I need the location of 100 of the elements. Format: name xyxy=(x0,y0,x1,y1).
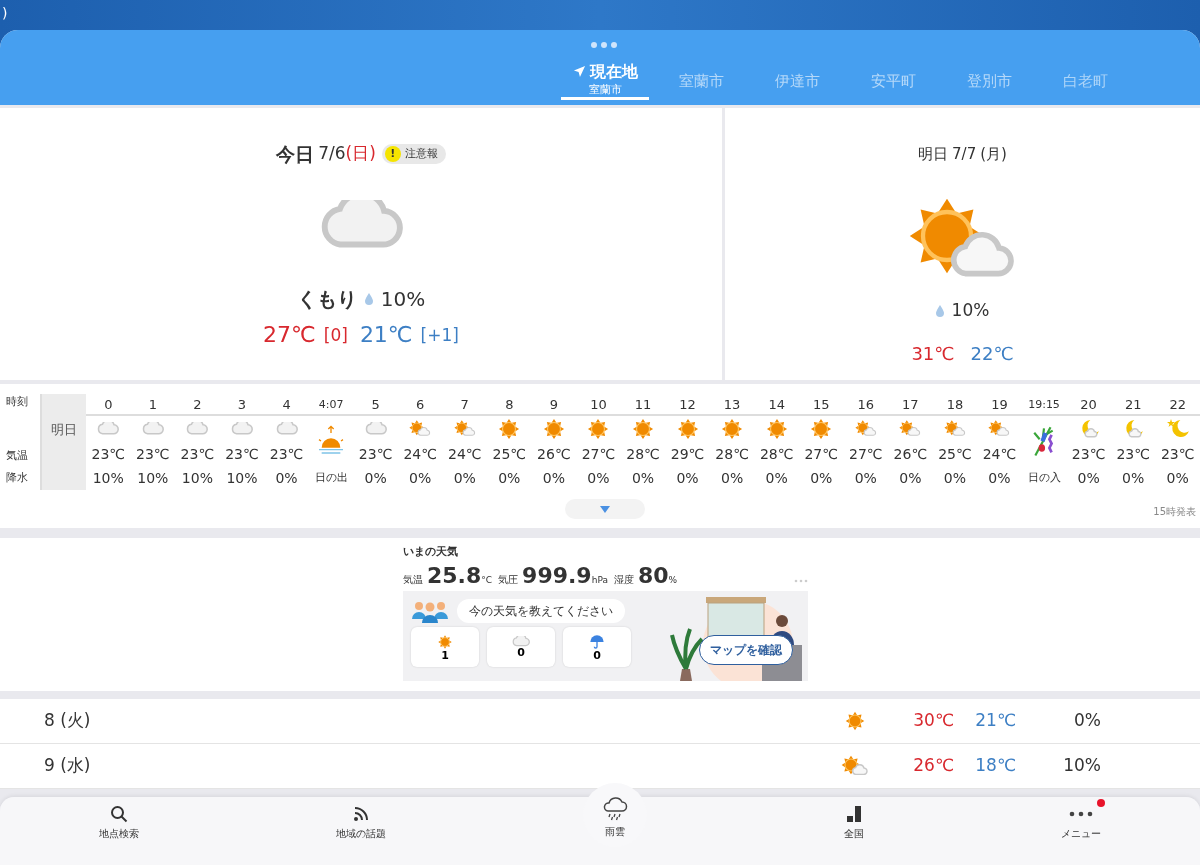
caret-down-icon xyxy=(600,505,610,513)
hour-label: 15 xyxy=(812,397,830,412)
status-bar-fragment: ) xyxy=(2,5,8,21)
more-icon[interactable] xyxy=(794,578,808,583)
hour-label: 13 xyxy=(723,397,741,412)
high-temp: 31℃ xyxy=(911,341,955,366)
location-arrow-icon xyxy=(572,65,586,78)
cloud-icon xyxy=(97,422,120,436)
sun-cloud-icon xyxy=(452,419,477,439)
low-temp: 18℃ xyxy=(975,755,1016,776)
hour-label: 8 xyxy=(505,397,514,412)
hour-label: 19 xyxy=(991,397,1008,412)
hour-label: 18 xyxy=(946,397,964,412)
map-button[interactable]: マップを確認 xyxy=(699,635,793,665)
temp-text: 23℃ xyxy=(1160,446,1195,462)
warning-badge[interactable]: ! 注意報 xyxy=(381,143,446,165)
weekday-text: (月) xyxy=(980,143,1007,165)
precip-text: 0% xyxy=(676,470,699,486)
nav-tab[interactable]: 地域の話題 xyxy=(335,797,386,841)
cloud-icon xyxy=(186,422,209,436)
precip-text: 0% xyxy=(631,470,655,486)
temp-text: 25℃ xyxy=(938,446,972,462)
hour-label: 21 xyxy=(1124,397,1142,412)
section-title: いまの天気 xyxy=(403,544,459,560)
cloud-icon xyxy=(275,422,298,436)
hour-label: 7 xyxy=(460,397,469,412)
sun-icon xyxy=(631,417,655,441)
hour-label: 19:15 xyxy=(1028,398,1060,411)
temp-text: 27℃ xyxy=(849,446,883,462)
nav-tab[interactable]: 地点検索 xyxy=(98,797,139,841)
reading-unit: hPa xyxy=(591,574,608,587)
hour-label: 4:07 xyxy=(318,398,344,411)
hour-label: 16 xyxy=(857,397,875,412)
hour-label: 22 xyxy=(1169,397,1186,412)
temp-text: 24℃ xyxy=(447,446,482,462)
low-diff: [+1] xyxy=(420,324,459,347)
precip-text: 0% xyxy=(854,470,877,486)
temp-text: 29℃ xyxy=(670,446,705,462)
raindrop-icon xyxy=(364,293,373,305)
temp-text: 23℃ xyxy=(180,446,215,462)
survey-prompt: 今の天気を教えてください xyxy=(457,599,625,623)
low-temp: 22℃ xyxy=(970,341,1014,366)
high-temp: 26℃ xyxy=(913,755,954,776)
hour-label: 10 xyxy=(590,397,607,412)
people-icon xyxy=(411,599,449,623)
temp-text: 28℃ xyxy=(626,446,660,462)
temp-text: 23℃ xyxy=(1116,446,1150,462)
reading-unit: % xyxy=(668,574,678,587)
sun-cloud-icon xyxy=(942,419,967,439)
precip-text: 10% xyxy=(92,470,124,486)
low-temp: 21℃ xyxy=(359,321,413,349)
condition-text: くもり xyxy=(296,286,357,313)
hour-label: 3 xyxy=(237,397,247,412)
precip-text: 0% xyxy=(943,470,966,486)
precip-text: 0% xyxy=(1166,470,1189,486)
date-text: 7/6 xyxy=(318,142,346,166)
weather-vote-button[interactable]: 0 xyxy=(487,627,555,667)
umbrella-icon xyxy=(589,633,605,650)
hour-label: 0 xyxy=(104,397,113,412)
bar-blocks-icon xyxy=(845,805,864,823)
temp-text: 26℃ xyxy=(893,446,928,462)
sun-cloud-icon xyxy=(840,754,870,778)
nav-tab[interactable]: 全国 xyxy=(844,797,865,841)
day-number: 9 xyxy=(44,755,55,776)
precip-text: 0% xyxy=(899,470,922,486)
drag-handle[interactable] xyxy=(591,42,617,48)
precip-text: 10% xyxy=(226,470,258,486)
cloud-icon xyxy=(141,422,164,436)
reading-label: 気圧 xyxy=(498,572,519,587)
day-number: 8 xyxy=(44,710,55,731)
precip-text: 0% xyxy=(1077,470,1100,486)
row-label: 時刻 xyxy=(6,395,28,408)
date-text: 7/7 xyxy=(952,143,977,165)
raindrop-icon xyxy=(935,304,944,317)
precip-text: 0% xyxy=(765,470,788,486)
sun-cloud-icon xyxy=(898,419,923,439)
reading-label: 湿度 xyxy=(613,572,634,587)
expand-button[interactable] xyxy=(565,499,645,519)
event-label: 日の入 xyxy=(1027,471,1061,484)
precip-text: 0% xyxy=(1074,710,1101,731)
sun-icon xyxy=(437,633,453,650)
weekday-text: (日) xyxy=(345,142,376,166)
precip-text: 10% xyxy=(951,299,990,322)
high-diff: [0] xyxy=(323,324,348,347)
search-icon xyxy=(109,805,128,823)
issued-time: 15時発表 xyxy=(1153,505,1196,519)
precip-text: 0% xyxy=(275,470,298,486)
precip-text: 0% xyxy=(810,470,833,486)
row-label: 降水 xyxy=(6,471,28,484)
weather-vote-button[interactable]: 1 xyxy=(411,627,479,667)
temp-text: 27℃ xyxy=(804,446,838,462)
high-temp: 27℃ xyxy=(263,321,316,349)
weather-vote-button[interactable]: 0 xyxy=(563,627,631,667)
nav-tab[interactable]: メニュー xyxy=(1061,797,1102,841)
precip-text: 0% xyxy=(988,470,1011,486)
low-temp: 21℃ xyxy=(975,710,1016,731)
temp-text: 26℃ xyxy=(537,446,571,462)
precip-text: 0% xyxy=(1122,470,1145,486)
hour-label: 4 xyxy=(282,397,291,412)
hour-label: 1 xyxy=(148,397,157,412)
